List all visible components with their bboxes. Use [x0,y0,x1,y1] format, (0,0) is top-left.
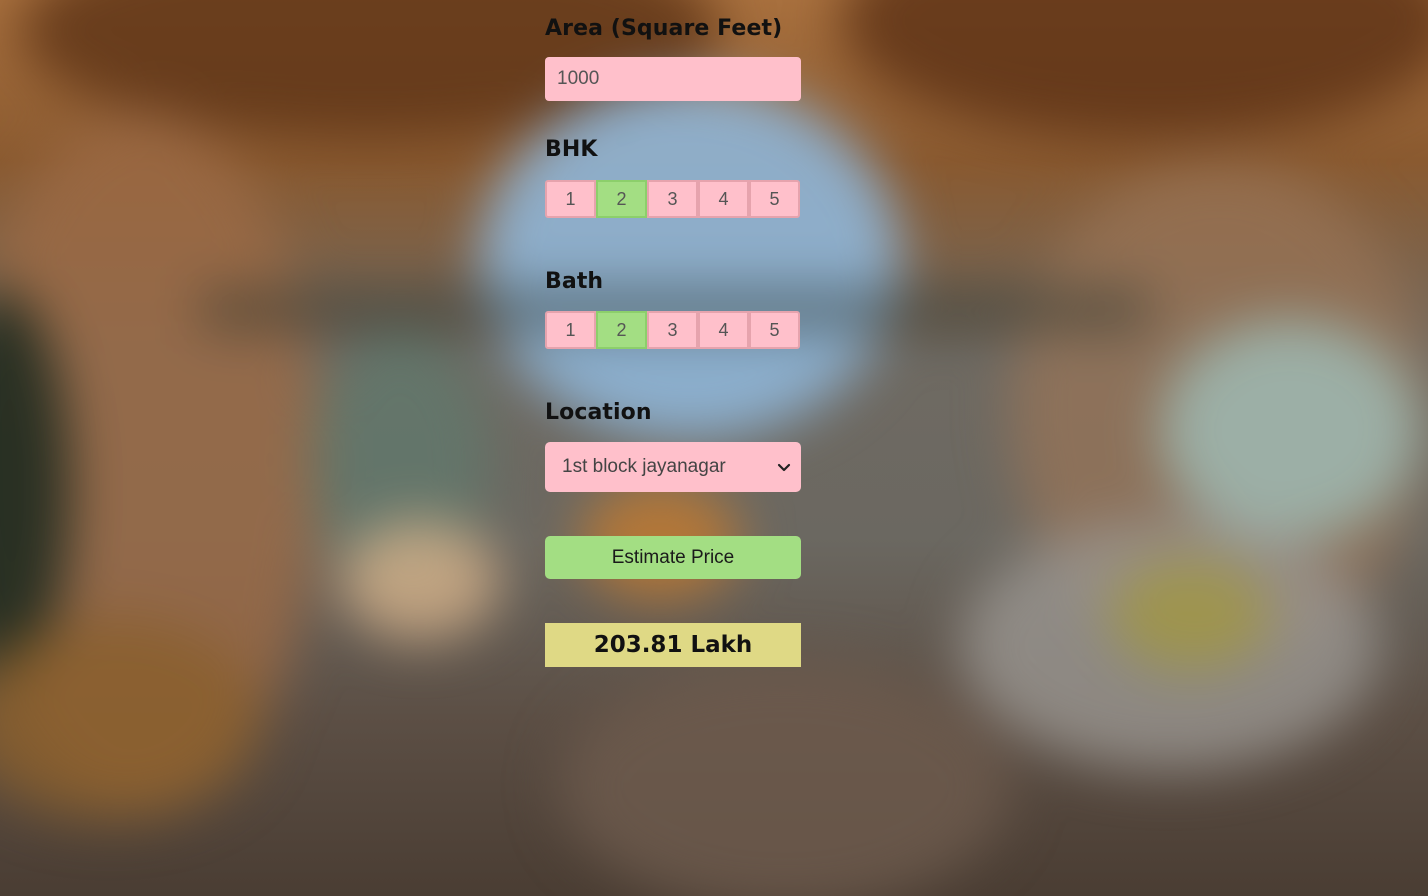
bhk-option-3[interactable]: 3 [647,180,698,218]
bhk-label: BHK [545,137,598,162]
estimated-price-result: 203.81 Lakh [545,623,801,667]
chevron-down-icon [777,463,791,472]
bath-option-5[interactable]: 5 [749,311,800,349]
estimate-price-button[interactable]: Estimate Price [545,536,801,579]
location-select[interactable]: 1st block jayanagar [545,442,801,492]
bath-selector: 1 2 3 4 5 [545,311,800,349]
area-label: Area (Square Feet) [545,16,783,41]
location-selected-value: 1st block jayanagar [562,456,726,477]
bath-option-2[interactable]: 2 [596,311,647,349]
location-label: Location [545,400,652,425]
bath-option-4[interactable]: 4 [698,311,749,349]
bath-option-3[interactable]: 3 [647,311,698,349]
bath-label: Bath [545,269,604,294]
bhk-selector: 1 2 3 4 5 [545,180,800,218]
bhk-option-4[interactable]: 4 [698,180,749,218]
bath-option-1[interactable]: 1 [545,311,596,349]
area-input[interactable] [545,57,801,101]
bhk-option-1[interactable]: 1 [545,180,596,218]
bhk-option-2[interactable]: 2 [596,180,647,218]
bhk-option-5[interactable]: 5 [749,180,800,218]
